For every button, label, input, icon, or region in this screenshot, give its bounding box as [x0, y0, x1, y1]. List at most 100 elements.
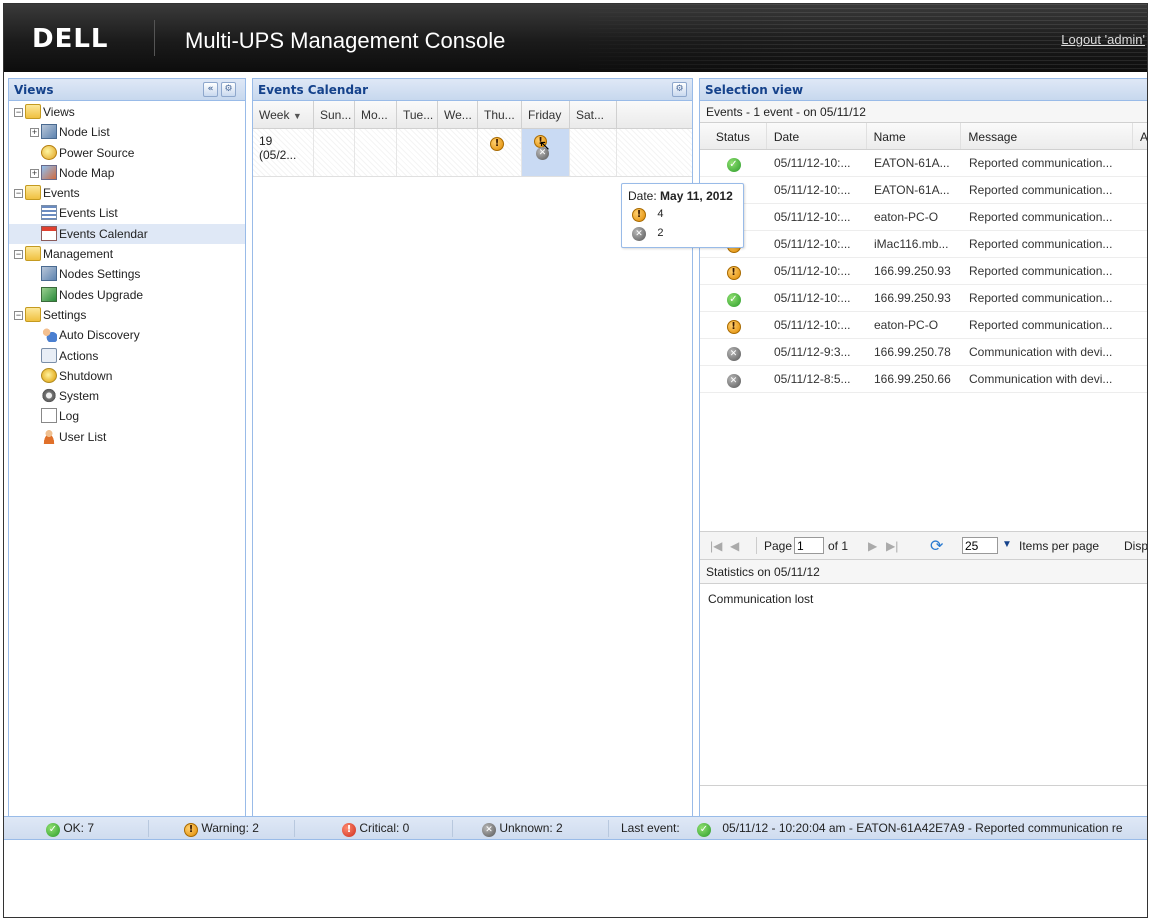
status-cell: ✓	[700, 285, 767, 311]
status-warning-label: Warning: 2	[201, 821, 259, 835]
saturday-column-header[interactable]: Sat...	[570, 101, 617, 128]
table-row[interactable]: ✓05/11/12-10:...EATON-61A...Reported com…	[700, 177, 1147, 204]
chevron-down-icon[interactable]: ▼	[1002, 539, 1012, 550]
tree-item-system[interactable]: System	[9, 386, 245, 406]
week-column-header[interactable]: Week ▼	[253, 101, 314, 128]
tree-item-actions[interactable]: Actions	[9, 346, 245, 366]
tree-item-node-map[interactable]: + Node Map	[9, 163, 245, 183]
tree-item-auto-discovery[interactable]: Auto Discovery	[9, 325, 245, 345]
last-page-icon[interactable]: ▶|	[886, 539, 898, 553]
table-row[interactable]: ✕ 05/11/12-9:3... 166.99.250.78 Communicati…	[700, 339, 1147, 366]
week-cell[interactable]: 19 (05/2...	[253, 129, 314, 176]
tree-item-events[interactable]: − Events	[9, 183, 245, 203]
table-row[interactable]: ✕ 05/11/12-8:5... 166.99.250.66 Communicati…	[700, 366, 1147, 393]
collapse-icon[interactable]: −	[14, 250, 23, 260]
tree-item-views[interactable]: − Views	[9, 102, 245, 122]
name-column-header[interactable]: Name	[867, 123, 962, 149]
first-page-icon[interactable]: |◀	[710, 539, 722, 553]
app-window: DELL Multi-UPS Management Console Logout…	[3, 3, 1148, 918]
status-column-header[interactable]: Status	[700, 123, 767, 149]
node-list-icon	[41, 124, 57, 140]
tree-item-user-list[interactable]: User List	[9, 427, 245, 447]
prev-page-icon[interactable]: ◀	[730, 539, 739, 553]
tuesday-cell[interactable]	[397, 129, 438, 176]
collapse-icon[interactable]: −	[14, 310, 23, 320]
status-warning[interactable]: ! Warning: 2	[184, 821, 259, 837]
date-column-header[interactable]: Date	[767, 123, 867, 149]
items-per-page-select[interactable]	[962, 537, 998, 554]
collapse-icon[interactable]: −	[14, 108, 23, 117]
date-tooltip: Date: May 11, 2012 ! 4 ✕ 2	[621, 183, 744, 248]
tree-item-nodes-settings[interactable]: Nodes Settings	[9, 264, 245, 284]
wednesday-cell[interactable]	[438, 129, 478, 176]
tree-item-label: Auto Discovery	[59, 328, 140, 343]
gear-icon[interactable]: ⚙	[221, 82, 236, 97]
table-row[interactable]: ✓05/11/12-10:...EATON-61A...Reported com…	[700, 150, 1147, 177]
sunday-cell[interactable]	[314, 129, 355, 176]
events-grid-body: ✓ 05/11/12-10:... EATON-61A... Reported com…	[700, 150, 1147, 393]
monday-column-header[interactable]: Mo...	[355, 101, 397, 128]
collapse-icon[interactable]: −	[14, 189, 23, 199]
tree-item-power-source[interactable]: Power Source	[9, 143, 245, 163]
tree-item-settings[interactable]: − Settings	[9, 305, 245, 325]
tree-item-log[interactable]: Log	[9, 406, 245, 426]
message-cell: Reported communication...	[969, 183, 1113, 197]
tree-item-label: User List	[59, 429, 107, 444]
tuesday-column-header[interactable]: Tue...	[397, 101, 438, 128]
friday-column-header[interactable]: Friday	[522, 101, 570, 128]
folder-icon	[25, 104, 41, 119]
thursday-column-header[interactable]: Thu...	[478, 101, 522, 128]
tree-item-label: Node Map	[59, 165, 115, 180]
logout-link[interactable]: Logout 'admin'	[1061, 32, 1145, 47]
statistics-title: Statistics on 05/11/12	[700, 560, 1147, 584]
status-ok[interactable]: ✓ OK: 7	[46, 821, 94, 837]
sunday-column-header[interactable]: Sun...	[314, 101, 355, 128]
table-row[interactable]: ! 05/11/12-10:... eaton-PC-O Reported commu…	[700, 312, 1147, 339]
unknown-icon: ✕	[482, 823, 496, 837]
sort-desc-icon: ▼	[292, 111, 302, 121]
tree-item-nodes-upgrade[interactable]: Nodes Upgrade	[9, 285, 245, 305]
gear-icon[interactable]: ⚙	[672, 82, 687, 97]
table-row[interactable]: ✓05/11/12-10:...eaton-PC-OReported commu…	[700, 204, 1147, 231]
thursday-cell[interactable]: !	[478, 129, 522, 176]
unknown-icon: ✕	[632, 227, 646, 241]
tree-item-label: Settings	[43, 307, 87, 322]
tooltip-unknown-count: 2	[657, 227, 664, 239]
refresh-icon[interactable]: ⟳	[930, 536, 943, 556]
tree-item-events-list[interactable]: Events List	[9, 203, 245, 223]
tree-item-shutdown[interactable]: Shutdown	[9, 366, 245, 386]
table-row[interactable]: ✓ 05/11/12-10:... 166.99.250.93 Reported co…	[700, 285, 1147, 312]
folder-icon	[25, 246, 41, 262]
actions-icon	[41, 347, 57, 363]
monday-cell[interactable]	[355, 129, 397, 176]
tree-item-label: Actions	[59, 348, 99, 363]
wednesday-column-header[interactable]: We...	[438, 101, 478, 128]
friday-cell[interactable]: ! ✕ ↖	[522, 129, 570, 176]
next-page-icon[interactable]: ▶	[868, 539, 877, 553]
status-critical[interactable]: ! Critical: 0	[342, 821, 409, 837]
tree-item-label: Shutdown	[59, 368, 113, 383]
display-info-label: Disp	[1124, 539, 1148, 553]
table-row[interactable]: !05/11/12-10:...iMac116.mb...Reported co…	[700, 231, 1147, 258]
warning-icon: !	[490, 137, 504, 151]
tree-item-node-list[interactable]: + Node List	[9, 122, 245, 142]
status-bar: ✓ OK: 7 ! Warning: 2 ! Critical: 0 ✕ Unk…	[4, 816, 1147, 840]
last-event[interactable]: ✓ 05/11/12 - 10:20:04 am - EATON-61A42E7…	[697, 821, 1123, 837]
table-row[interactable]: ! 05/11/12-10:... 166.99.250.93 Reported co…	[700, 258, 1147, 285]
page-number-input[interactable]	[794, 537, 824, 554]
message-column-header[interactable]: Message	[961, 123, 1134, 149]
expand-icon[interactable]: +	[30, 168, 39, 178]
divider	[608, 820, 609, 837]
tree-item-events-calendar[interactable]: Events Calendar	[9, 223, 245, 245]
expand-icon[interactable]: +	[30, 128, 39, 138]
week-column-label: Week	[259, 108, 290, 122]
message-cell: Reported communication...	[969, 156, 1113, 170]
message-cell: Reported communication...	[969, 237, 1113, 251]
items-per-page-label: Items per page	[1019, 539, 1100, 553]
saturday-cell[interactable]	[570, 129, 617, 176]
collapse-panel-button[interactable]: «	[203, 82, 218, 97]
selection-view-panel: Selection view Events - 1 event - on 05/…	[699, 78, 1148, 818]
status-unknown[interactable]: ✕ Unknown: 2	[482, 821, 563, 837]
tree-item-management[interactable]: − Management	[9, 244, 245, 264]
acknowledge-column-header[interactable]: A	[1133, 123, 1147, 149]
